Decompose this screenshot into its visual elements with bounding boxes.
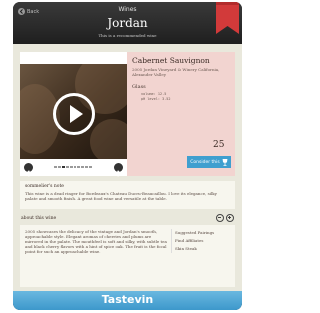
main-content: Cabernet Sauvignon 2005 Jordan Vineyard … bbox=[13, 44, 242, 291]
wine-details-card: Cabernet Sauvignon 2005 Jordan Vineyard … bbox=[127, 52, 235, 176]
wine-glass-icon bbox=[222, 158, 228, 166]
glass-label: Glass bbox=[132, 84, 146, 90]
related-links: Suggested Pairings Find Affiliates Skin … bbox=[171, 229, 234, 253]
video-card bbox=[20, 52, 127, 177]
note-title: sommelier's note bbox=[25, 184, 64, 189]
link-skin-steak[interactable]: Skin Steak bbox=[172, 245, 234, 253]
page-subtitle: This is a recommended wine bbox=[98, 33, 157, 38]
user-name: Jordan bbox=[107, 16, 148, 30]
device-frame: Back Wines Jordan This is a recommended … bbox=[13, 2, 242, 310]
link-find-affiliates[interactable]: Find Affiliates bbox=[172, 237, 234, 245]
play-icon bbox=[70, 105, 83, 123]
previous-button[interactable] bbox=[24, 163, 33, 177]
price: 25 bbox=[213, 140, 225, 150]
footer-bar: Tastevin bbox=[13, 291, 242, 310]
link-suggested-pairings[interactable]: Suggested Pairings bbox=[172, 229, 234, 237]
about-body: 2005 showcases the delicacy of the vinta… bbox=[25, 229, 167, 254]
about-title: about this wine bbox=[21, 216, 57, 221]
wine-origin: 2005 Jordan Vineyard & Winery California… bbox=[132, 67, 220, 77]
video-player[interactable] bbox=[20, 64, 127, 159]
bookmark-ribbon-icon[interactable] bbox=[216, 2, 239, 34]
zoom-out-icon[interactable] bbox=[216, 214, 224, 222]
sommelier-note-card: sommelier's note This wine is a dead rin… bbox=[20, 181, 235, 209]
zoom-in-icon[interactable] bbox=[226, 214, 234, 222]
next-button[interactable] bbox=[114, 163, 123, 177]
app-title: Wines bbox=[118, 6, 137, 13]
brand-logo: Tastevin bbox=[101, 293, 154, 306]
progress-dots bbox=[54, 166, 93, 169]
consider-this-button[interactable]: Consider this bbox=[187, 156, 231, 168]
note-body: This wine is a dead ringer for Bordeaux'… bbox=[25, 191, 217, 201]
wine-name: Cabernet Sauvignon bbox=[132, 56, 210, 65]
play-button[interactable] bbox=[53, 93, 95, 135]
glass-stat-volume: volume: 12.5 bbox=[141, 92, 167, 96]
about-card: 2005 showcases the delicacy of the vinta… bbox=[20, 225, 235, 287]
glass-stat-ph: pH level: 3.52 bbox=[141, 97, 171, 101]
top-bar: Back Wines Jordan This is a recommended … bbox=[13, 2, 242, 44]
